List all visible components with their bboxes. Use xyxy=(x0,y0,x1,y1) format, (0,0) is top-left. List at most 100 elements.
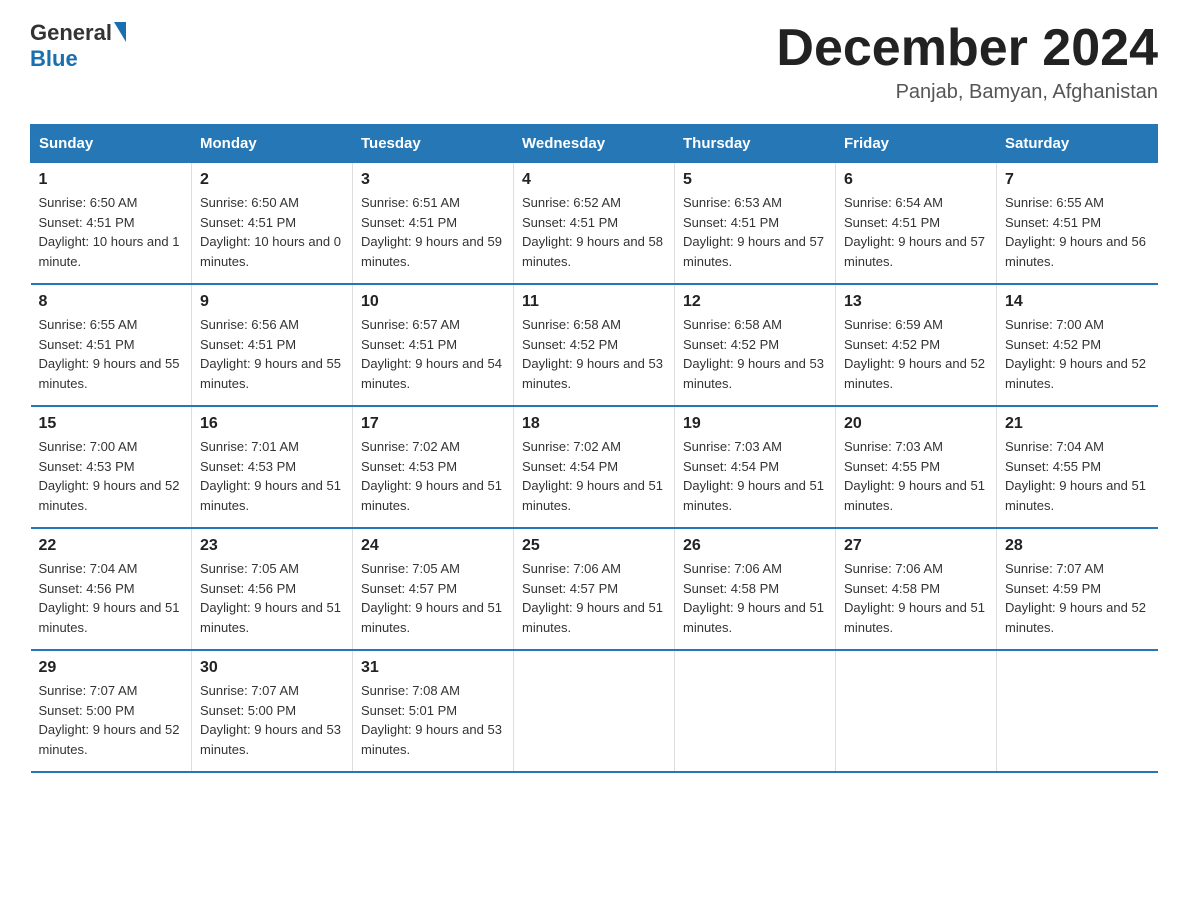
day-number: 6 xyxy=(844,171,988,189)
day-number: 1 xyxy=(39,171,184,189)
day-info: Sunrise: 6:51 AMSunset: 4:51 PMDaylight:… xyxy=(361,193,505,271)
day-info: Sunrise: 7:05 AMSunset: 4:56 PMDaylight:… xyxy=(200,559,344,637)
calendar-cell: 29Sunrise: 7:07 AMSunset: 5:00 PMDayligh… xyxy=(31,650,192,772)
calendar-cell: 15 Sunrise: 7:00 AMSunset: 4:53 PMDayligh… xyxy=(31,406,192,528)
calendar-cell: 7 Sunrise: 6:55 AMSunset: 4:51 PMDaylight… xyxy=(997,163,1158,285)
day-number: 4 xyxy=(522,171,666,189)
calendar-cell: 3 Sunrise: 6:51 AMSunset: 4:51 PMDaylight… xyxy=(353,163,514,285)
calendar-week-row: 15 Sunrise: 7:00 AMSunset: 4:53 PMDayligh… xyxy=(31,406,1158,528)
calendar-cell: 28 Sunrise: 7:07 AMSunset: 4:59 PMDayligh… xyxy=(997,528,1158,650)
day-info: Sunrise: 7:06 AMSunset: 4:57 PMDaylight:… xyxy=(522,559,666,637)
day-info: Sunrise: 6:50 AMSunset: 4:51 PMDaylight:… xyxy=(200,193,344,271)
day-number: 5 xyxy=(683,171,827,189)
day-info: Sunrise: 6:55 AMSunset: 4:51 PMDaylight:… xyxy=(1005,193,1150,271)
column-header-tuesday: Tuesday xyxy=(353,125,514,163)
calendar-cell: 16Sunrise: 7:01 AMSunset: 4:53 PMDayligh… xyxy=(192,406,353,528)
day-info: Sunrise: 7:02 AMSunset: 4:53 PMDaylight:… xyxy=(361,437,505,515)
day-number: 19 xyxy=(683,415,827,433)
day-number: 15 xyxy=(39,415,184,433)
day-info: Sunrise: 6:58 AMSunset: 4:52 PMDaylight:… xyxy=(683,315,827,393)
day-number: 23 xyxy=(200,537,344,555)
calendar-cell: 13Sunrise: 6:59 AMSunset: 4:52 PMDayligh… xyxy=(836,284,997,406)
column-header-wednesday: Wednesday xyxy=(514,125,675,163)
day-number: 14 xyxy=(1005,293,1150,311)
day-number: 3 xyxy=(361,171,505,189)
location-title: Panjab, Bamyan, Afghanistan xyxy=(776,81,1158,104)
calendar-cell: 19 Sunrise: 7:03 AMSunset: 4:54 PMDayligh… xyxy=(675,406,836,528)
day-info: Sunrise: 7:04 AMSunset: 4:55 PMDaylight:… xyxy=(1005,437,1150,515)
day-number: 31 xyxy=(361,659,505,677)
calendar-cell: 23 Sunrise: 7:05 AMSunset: 4:56 PMDayligh… xyxy=(192,528,353,650)
day-info: Sunrise: 7:05 AMSunset: 4:57 PMDaylight:… xyxy=(361,559,505,637)
day-number: 21 xyxy=(1005,415,1150,433)
day-number: 2 xyxy=(200,171,344,189)
column-header-sunday: Sunday xyxy=(31,125,192,163)
calendar-cell: 31 Sunrise: 7:08 AMSunset: 5:01 PMDayligh… xyxy=(353,650,514,772)
day-number: 11 xyxy=(522,293,666,311)
calendar-cell xyxy=(514,650,675,772)
day-number: 30 xyxy=(200,659,344,677)
day-number: 26 xyxy=(683,537,827,555)
day-info: Sunrise: 6:59 AMSunset: 4:52 PMDaylight:… xyxy=(844,315,988,393)
day-info: Sunrise: 7:03 AMSunset: 4:55 PMDaylight:… xyxy=(844,437,988,515)
logo-triangle-icon xyxy=(114,22,126,42)
calendar-cell: 11 Sunrise: 6:58 AMSunset: 4:52 PMDayligh… xyxy=(514,284,675,406)
calendar-cell: 20 Sunrise: 7:03 AMSunset: 4:55 PMDayligh… xyxy=(836,406,997,528)
day-info: Sunrise: 7:00 AMSunset: 4:52 PMDaylight:… xyxy=(1005,315,1150,393)
day-info: Sunrise: 6:52 AMSunset: 4:51 PMDaylight:… xyxy=(522,193,666,271)
day-info: Sunrise: 7:08 AMSunset: 5:01 PMDaylight:… xyxy=(361,681,505,759)
day-info: Sunrise: 7:01 AMSunset: 4:53 PMDaylight:… xyxy=(200,437,344,515)
page-header: General Blue December 2024 Panjab, Bamya… xyxy=(30,20,1158,104)
day-info: Sunrise: 6:56 AMSunset: 4:51 PMDaylight:… xyxy=(200,315,344,393)
day-number: 10 xyxy=(361,293,505,311)
calendar-cell xyxy=(997,650,1158,772)
calendar-week-row: 8Sunrise: 6:55 AMSunset: 4:51 PMDaylight… xyxy=(31,284,1158,406)
calendar-header-row: SundayMondayTuesdayWednesdayThursdayFrid… xyxy=(31,125,1158,163)
calendar-cell: 2 Sunrise: 6:50 AMSunset: 4:51 PMDaylight… xyxy=(192,163,353,285)
calendar-cell: 8Sunrise: 6:55 AMSunset: 4:51 PMDaylight… xyxy=(31,284,192,406)
day-info: Sunrise: 6:57 AMSunset: 4:51 PMDaylight:… xyxy=(361,315,505,393)
day-info: Sunrise: 6:53 AMSunset: 4:51 PMDaylight:… xyxy=(683,193,827,271)
day-info: Sunrise: 6:55 AMSunset: 4:51 PMDaylight:… xyxy=(39,315,184,393)
column-header-thursday: Thursday xyxy=(675,125,836,163)
calendar-cell: 18 Sunrise: 7:02 AMSunset: 4:54 PMDayligh… xyxy=(514,406,675,528)
calendar-cell: 10 Sunrise: 6:57 AMSunset: 4:51 PMDayligh… xyxy=(353,284,514,406)
day-number: 28 xyxy=(1005,537,1150,555)
calendar-week-row: 22Sunrise: 7:04 AMSunset: 4:56 PMDayligh… xyxy=(31,528,1158,650)
logo: General Blue xyxy=(30,20,126,72)
day-number: 12 xyxy=(683,293,827,311)
day-number: 7 xyxy=(1005,171,1150,189)
column-header-friday: Friday xyxy=(836,125,997,163)
logo-blue-text: Blue xyxy=(30,46,78,71)
calendar-cell: 25Sunrise: 7:06 AMSunset: 4:57 PMDayligh… xyxy=(514,528,675,650)
calendar-cell: 1Sunrise: 6:50 AMSunset: 4:51 PMDaylight… xyxy=(31,163,192,285)
calendar-cell: 14 Sunrise: 7:00 AMSunset: 4:52 PMDayligh… xyxy=(997,284,1158,406)
calendar-cell: 22Sunrise: 7:04 AMSunset: 4:56 PMDayligh… xyxy=(31,528,192,650)
day-number: 27 xyxy=(844,537,988,555)
day-info: Sunrise: 7:07 AMSunset: 5:00 PMDaylight:… xyxy=(39,681,184,759)
day-info: Sunrise: 7:03 AMSunset: 4:54 PMDaylight:… xyxy=(683,437,827,515)
calendar-cell: 26 Sunrise: 7:06 AMSunset: 4:58 PMDayligh… xyxy=(675,528,836,650)
calendar-cell: 27 Sunrise: 7:06 AMSunset: 4:58 PMDayligh… xyxy=(836,528,997,650)
calendar-week-row: 29Sunrise: 7:07 AMSunset: 5:00 PMDayligh… xyxy=(31,650,1158,772)
day-info: Sunrise: 7:07 AMSunset: 4:59 PMDaylight:… xyxy=(1005,559,1150,637)
day-info: Sunrise: 6:58 AMSunset: 4:52 PMDaylight:… xyxy=(522,315,666,393)
calendar-cell xyxy=(675,650,836,772)
day-number: 22 xyxy=(39,537,184,555)
calendar-table: SundayMondayTuesdayWednesdayThursdayFrid… xyxy=(30,124,1158,773)
day-number: 20 xyxy=(844,415,988,433)
day-number: 9 xyxy=(200,293,344,311)
calendar-cell: 30 Sunrise: 7:07 AMSunset: 5:00 PMDayligh… xyxy=(192,650,353,772)
month-title: December 2024 xyxy=(776,20,1158,77)
day-info: Sunrise: 7:07 AMSunset: 5:00 PMDaylight:… xyxy=(200,681,344,759)
day-number: 18 xyxy=(522,415,666,433)
calendar-cell: 17Sunrise: 7:02 AMSunset: 4:53 PMDayligh… xyxy=(353,406,514,528)
day-info: Sunrise: 6:54 AMSunset: 4:51 PMDaylight:… xyxy=(844,193,988,271)
calendar-cell: 4 Sunrise: 6:52 AMSunset: 4:51 PMDaylight… xyxy=(514,163,675,285)
day-info: Sunrise: 7:06 AMSunset: 4:58 PMDaylight:… xyxy=(683,559,827,637)
day-info: Sunrise: 7:02 AMSunset: 4:54 PMDaylight:… xyxy=(522,437,666,515)
title-area: December 2024 Panjab, Bamyan, Afghanista… xyxy=(776,20,1158,104)
day-info: Sunrise: 7:06 AMSunset: 4:58 PMDaylight:… xyxy=(844,559,988,637)
day-info: Sunrise: 7:00 AMSunset: 4:53 PMDaylight:… xyxy=(39,437,184,515)
calendar-cell: 12 Sunrise: 6:58 AMSunset: 4:52 PMDayligh… xyxy=(675,284,836,406)
